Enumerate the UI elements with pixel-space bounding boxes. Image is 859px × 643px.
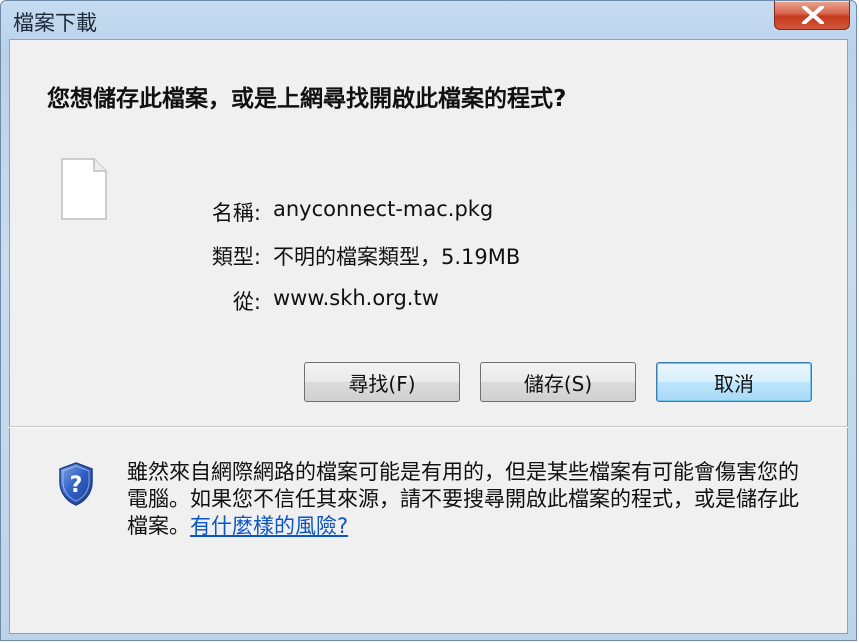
dialog-question: 您想儲存此檔案，或是上網尋找開啟此檔案的程式?: [47, 86, 567, 112]
file-name-value: anyconnect-mac.pkg: [273, 197, 494, 221]
cancel-button[interactable]: 取消: [656, 362, 812, 402]
file-source-value: www.skh.org.tw: [273, 286, 439, 310]
dialog-body: [9, 39, 848, 634]
file-name-label: 名稱:: [211, 201, 261, 225]
file-name-row: 名稱: anyconnect-mac.pkg: [181, 197, 581, 225]
svg-text:?: ?: [70, 473, 83, 498]
file-source-row: 從: www.skh.org.tw: [181, 286, 581, 314]
file-download-dialog: 檔案下載 您想儲存此檔案，或是上網尋找開啟此檔案的程式? 名稱: anyconn…: [0, 0, 857, 641]
find-button[interactable]: 尋找(F): [304, 362, 460, 402]
file-type-label: 類型:: [211, 245, 261, 269]
file-type-value: 不明的檔案類型，5.19MB: [273, 245, 521, 269]
blank-file-icon: [61, 158, 107, 220]
risk-info-link[interactable]: 有什麼樣的風險?: [190, 514, 348, 538]
security-shield-question-icon: ?: [59, 462, 93, 506]
close-button[interactable]: [774, 1, 850, 30]
dialog-title: 檔案下載: [13, 11, 97, 35]
security-warning: 雖然來自網際網路的檔案可能是有用的，但是某些檔案有可能會傷害您的電腦。如果您不信…: [127, 459, 817, 540]
divider-highlight: [9, 427, 848, 428]
file-type-row: 類型: 不明的檔案類型，5.19MB: [181, 241, 581, 269]
file-source-label: 從:: [232, 290, 261, 314]
save-button[interactable]: 儲存(S): [480, 362, 636, 402]
close-icon: [802, 6, 824, 24]
title-bar[interactable]: 檔案下載: [1, 1, 856, 39]
